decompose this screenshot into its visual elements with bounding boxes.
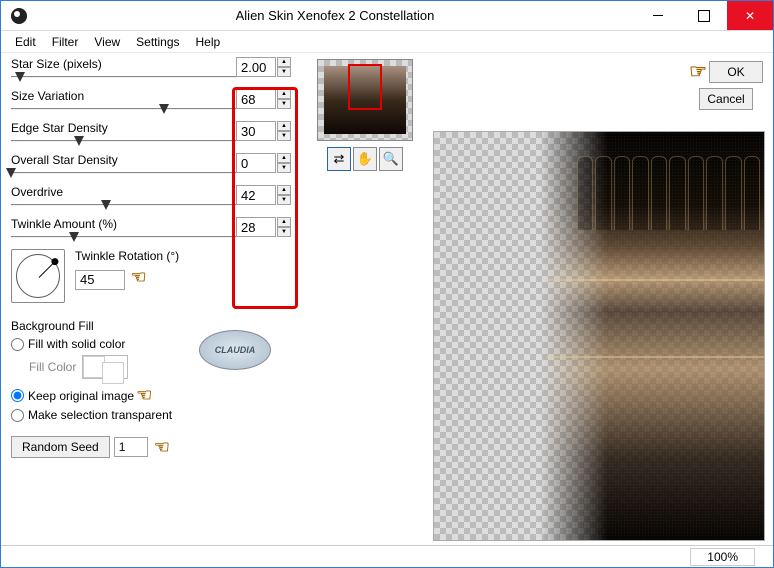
app-icon (11, 8, 27, 24)
tool-zoom-icon[interactable]: 🔍 (379, 147, 403, 171)
label-twinkle-rotation: Twinkle Rotation (°) (75, 249, 179, 263)
dial-twinkle-rotation[interactable] (11, 249, 65, 303)
pointer-icon: ☞ (689, 59, 707, 84)
pointer-icon: ☜ (130, 267, 146, 288)
author-badge: CLAUDIA (199, 330, 271, 370)
random-seed-button[interactable]: Random Seed (11, 436, 110, 458)
label-overall-density: Overall Star Density (11, 153, 236, 167)
param-size-variation: Size Variation ▲▼ (11, 89, 236, 111)
slider-edge-density[interactable] (11, 137, 236, 143)
input-overdrive[interactable] (236, 185, 276, 205)
input-size-variation[interactable] (236, 89, 276, 109)
slider-size-variation[interactable] (11, 105, 236, 111)
input-overall-density[interactable] (236, 153, 276, 173)
menu-edit[interactable]: Edit (7, 33, 44, 51)
tool-hand-icon[interactable]: ✋ (353, 147, 377, 171)
slider-overall-density[interactable] (11, 169, 236, 175)
controls-panel: Star Size (pixels) ▲▼ Size Variation ▲▼ … (1, 53, 301, 545)
input-twinkle-rotation[interactable] (75, 270, 125, 290)
tool-swap-icon[interactable]: ⇄ (327, 147, 351, 171)
input-twinkle-amount[interactable] (236, 217, 276, 237)
ok-button[interactable]: OK (709, 61, 763, 83)
menu-settings[interactable]: Settings (128, 33, 187, 51)
cancel-button[interactable]: Cancel (699, 88, 753, 110)
spinner-edge-density[interactable]: ▲▼ (277, 121, 291, 141)
minimize-button[interactable] (635, 1, 681, 30)
input-edge-density[interactable] (236, 121, 276, 141)
input-star-size[interactable] (236, 57, 276, 77)
preview-canvas[interactable] (433, 131, 765, 541)
preview-panel: ☞ OK Cancel (429, 53, 773, 545)
param-star-size: Star Size (pixels) ▲▼ (11, 57, 236, 79)
statusbar: 100% (1, 545, 773, 567)
navigator-thumbnail[interactable] (317, 59, 413, 141)
label-fill-color: Fill Color (29, 360, 76, 374)
spinner-overall-density[interactable]: ▲▼ (277, 153, 291, 173)
slider-overdrive[interactable] (11, 201, 236, 207)
fill-color-swatch[interactable] (82, 355, 128, 379)
navigator-panel: ⇄ ✋ 🔍 (301, 53, 429, 545)
menu-view[interactable]: View (86, 33, 128, 51)
input-random-seed[interactable] (114, 437, 148, 457)
menubar: Edit Filter View Settings Help (1, 31, 773, 53)
window-title: Alien Skin Xenofex 2 Constellation (35, 8, 635, 23)
param-edge-density: Edge Star Density ▲▼ (11, 121, 236, 143)
slider-twinkle-amount[interactable] (11, 233, 236, 239)
spinner-size-variation[interactable]: ▲▼ (277, 89, 291, 109)
close-button[interactable] (727, 1, 773, 30)
param-overdrive: Overdrive ▲▼ (11, 185, 236, 207)
param-twinkle-amount: Twinkle Amount (%) ▲▼ (11, 217, 236, 239)
menu-filter[interactable]: Filter (44, 33, 87, 51)
spinner-star-size[interactable]: ▲▼ (277, 57, 291, 77)
label-twinkle-amount: Twinkle Amount (%) (11, 217, 236, 231)
radio-keep-original[interactable]: Keep original image ☜ (11, 385, 297, 406)
radio-make-transparent[interactable]: Make selection transparent (11, 408, 297, 422)
param-overall-density: Overall Star Density ▲▼ (11, 153, 236, 175)
maximize-button[interactable] (681, 1, 727, 30)
navigator-viewport[interactable] (348, 64, 382, 110)
titlebar: Alien Skin Xenofex 2 Constellation (1, 1, 773, 31)
label-background-fill: Background Fill (11, 319, 297, 333)
menu-help[interactable]: Help (188, 33, 229, 51)
pointer-icon: ☜ (136, 385, 152, 406)
label-edge-density: Edge Star Density (11, 121, 236, 135)
spinner-overdrive[interactable]: ▲▼ (277, 185, 291, 205)
spinner-twinkle-amount[interactable]: ▲▼ (277, 217, 291, 237)
slider-star-size[interactable] (11, 73, 236, 79)
label-star-size: Star Size (pixels) (11, 57, 236, 71)
label-overdrive: Overdrive (11, 185, 236, 199)
label-size-variation: Size Variation (11, 89, 236, 103)
pointer-icon: ☜ (154, 437, 170, 458)
zoom-level[interactable]: 100% (690, 548, 755, 566)
